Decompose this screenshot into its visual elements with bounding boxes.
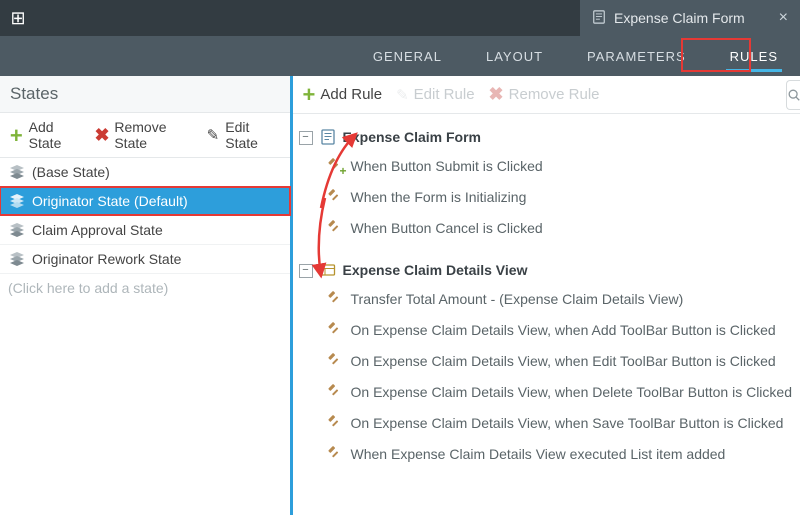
rule-item[interactable]: When the Form is Initializing	[327, 181, 792, 212]
add-rule-button[interactable]: +Add Rule	[303, 86, 383, 103]
pencil-icon: ✎	[205, 126, 222, 144]
search-input[interactable]	[786, 80, 800, 110]
rule-label: When the Form is Initializing	[351, 189, 527, 205]
add-state-placeholder[interactable]: (Click here to add a state)	[0, 274, 290, 302]
x-icon: ✖	[94, 126, 111, 144]
plus-icon: +	[303, 87, 316, 102]
rules-toolbar: +Add Rule ✎Edit Rule ✖Remove Rule	[293, 76, 800, 114]
gavel-icon	[327, 218, 343, 237]
gavel-icon	[327, 320, 343, 339]
stack-icon	[8, 250, 26, 268]
rule-label: On Expense Claim Details View, when Dele…	[351, 384, 792, 400]
rules-tree: − Expense Claim Form + When Button Submi…	[293, 114, 800, 469]
rule-item[interactable]: On Expense Claim Details View, when Add …	[327, 314, 792, 345]
rule-label: When Expense Claim Details View executed…	[351, 446, 726, 462]
rule-item[interactable]: On Expense Claim Details View, when Dele…	[327, 376, 792, 407]
state-label: Claim Approval State	[32, 222, 163, 238]
collapse-toggle[interactable]: −	[299, 264, 313, 278]
rule-item[interactable]: On Expense Claim Details View, when Save…	[327, 407, 792, 438]
state-label: Originator State (Default)	[32, 193, 188, 209]
edit-rule-button: ✎Edit Rule	[396, 86, 474, 104]
gavel-icon	[327, 289, 343, 308]
states-toolbar: +Add State ✖Remove State ✎Edit State	[0, 113, 290, 158]
rule-label: On Expense Claim Details View, when Edit…	[351, 353, 776, 369]
state-label: (Base State)	[32, 164, 110, 180]
close-tab-button[interactable]: ×	[779, 10, 788, 26]
form-icon	[592, 10, 606, 27]
state-item-originator[interactable]: Originator State (Default)	[0, 187, 290, 216]
group-label: Expense Claim Details View	[343, 262, 528, 278]
rules-panel: +Add Rule ✎Edit Rule ✖Remove Rule − Expe…	[293, 76, 800, 515]
states-title: States	[0, 76, 290, 113]
pencil-icon: ✎	[396, 86, 409, 104]
gavel-icon	[327, 382, 343, 401]
state-item-originator-rework[interactable]: Originator Rework State	[0, 245, 290, 274]
rule-item[interactable]: When Expense Claim Details View executed…	[327, 438, 792, 469]
tab-general[interactable]: GENERAL	[351, 36, 464, 76]
document-tab[interactable]: Expense Claim Form ×	[580, 0, 800, 36]
group-label: Expense Claim Form	[343, 129, 482, 145]
rule-label: When Button Cancel is Clicked	[351, 220, 543, 236]
view-icon	[319, 261, 337, 279]
stack-icon	[8, 163, 26, 181]
plus-icon: +	[8, 126, 25, 144]
remove-rule-button: ✖Remove Rule	[489, 84, 600, 105]
tree-group-view[interactable]: − Expense Claim Details View	[299, 257, 792, 283]
tree-group-form[interactable]: − Expense Claim Form	[299, 124, 792, 150]
gavel-icon	[327, 187, 343, 206]
rule-label: On Expense Claim Details View, when Save…	[351, 415, 784, 431]
rule-label: Transfer Total Amount - (Expense Claim D…	[351, 291, 684, 307]
state-label: Originator Rework State	[32, 251, 181, 267]
rule-item[interactable]: On Expense Claim Details View, when Edit…	[327, 345, 792, 376]
edit-state-button[interactable]: ✎Edit State	[205, 119, 282, 151]
rule-item[interactable]: + When Button Submit is Clicked	[327, 150, 792, 181]
app-menu-icon[interactable]: ⊞	[0, 0, 36, 36]
document-tab-title: Expense Claim Form	[614, 10, 745, 26]
states-list: (Base State) Originator State (Default) …	[0, 158, 290, 302]
stack-icon	[8, 192, 26, 210]
tab-parameters[interactable]: PARAMETERS	[565, 36, 708, 76]
tab-layout[interactable]: LAYOUT	[464, 36, 565, 76]
gavel-icon	[327, 351, 343, 370]
states-panel: States +Add State ✖Remove State ✎Edit St…	[0, 76, 293, 515]
gavel-icon	[327, 444, 343, 463]
collapse-toggle[interactable]: −	[299, 131, 313, 145]
gavel-icon	[327, 413, 343, 432]
stack-icon	[8, 221, 26, 239]
rule-label: When Button Submit is Clicked	[351, 158, 543, 174]
state-item-base[interactable]: (Base State)	[0, 158, 290, 187]
add-state-button[interactable]: +Add State	[8, 119, 86, 151]
gavel-add-icon: +	[327, 156, 343, 175]
rule-item[interactable]: Transfer Total Amount - (Expense Claim D…	[327, 283, 792, 314]
form-icon	[319, 128, 337, 146]
x-icon: ✖	[489, 84, 504, 105]
top-bar: ⊞ Expense Claim Form ×	[0, 0, 800, 36]
state-item-claim-approval[interactable]: Claim Approval State	[0, 216, 290, 245]
rule-item[interactable]: When Button Cancel is Clicked	[327, 212, 792, 243]
designer-tabs: GENERAL LAYOUT PARAMETERS RULES	[0, 36, 800, 76]
tab-rules[interactable]: RULES	[708, 36, 800, 76]
rule-label: On Expense Claim Details View, when Add …	[351, 322, 776, 338]
remove-state-button[interactable]: ✖Remove State	[94, 119, 197, 151]
